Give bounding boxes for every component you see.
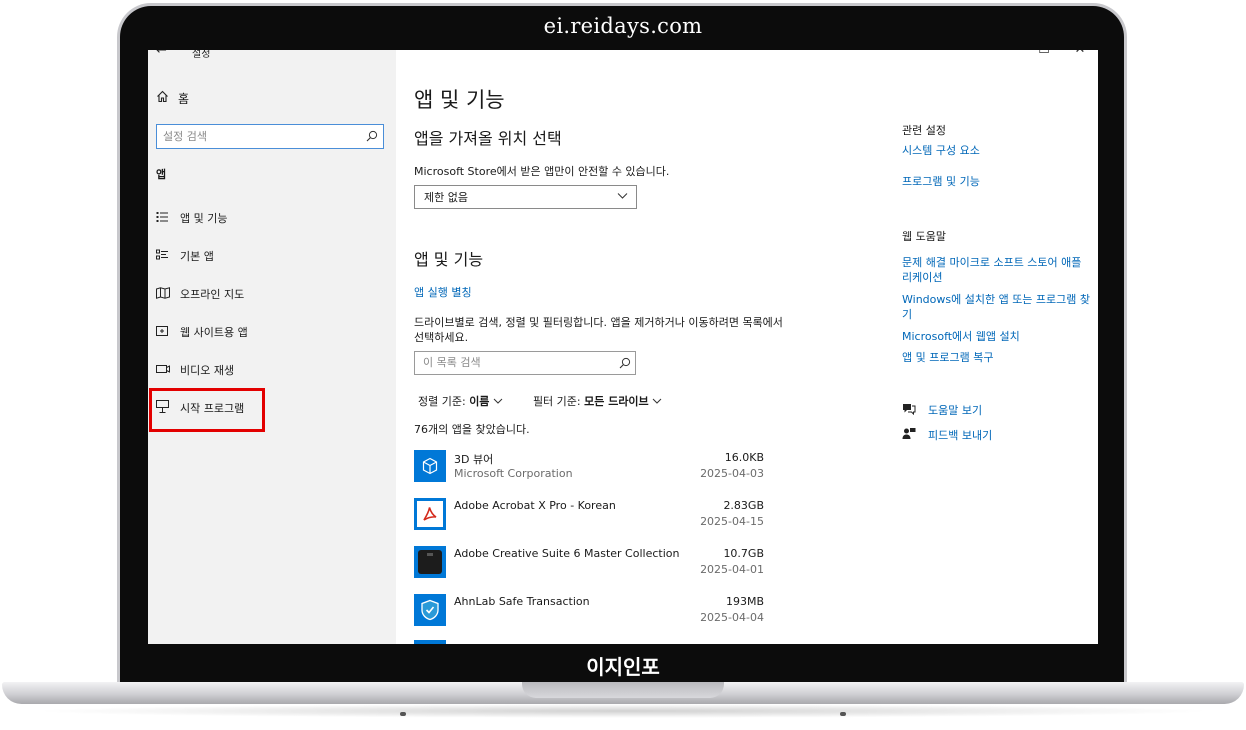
chevron-down-icon	[493, 398, 503, 404]
help-link-find-apps[interactable]: Windows에 설치한 앱 또는 프로그램 찾기	[902, 292, 1092, 322]
sidebar-item-label: 웹 사이트용 앱	[180, 326, 248, 339]
list-description: 드라이브별로 검색, 정렬 및 필터링합니다. 앱을 제거하거나 이동하려면 목…	[414, 316, 783, 344]
default-apps-icon	[156, 249, 180, 264]
app-install-date: 2025-04-04	[700, 611, 764, 624]
help-link-install-web-app[interactable]: Microsoft에서 웹앱 설치	[902, 329, 1092, 344]
home-icon	[156, 90, 178, 107]
list-search-box[interactable]	[414, 351, 636, 375]
app-size: 193MB	[725, 595, 764, 608]
laptop-foot	[400, 712, 406, 716]
app-size: 10.7GB	[723, 547, 764, 560]
app-install-date: 2025-04-03	[700, 467, 764, 480]
app-list-item[interactable]: AhnLab Safe Transaction 193MB 2025-04-04	[414, 594, 764, 638]
sidebar-item-home[interactable]: 홈	[156, 90, 189, 107]
ahnlab-icon	[414, 594, 446, 626]
3d-viewer-icon	[414, 450, 446, 482]
laptop-notch	[522, 682, 724, 698]
source-description: Microsoft Store에서 받은 앱만이 안전할 수 있습니다.	[414, 165, 670, 178]
creative-suite-icon	[414, 546, 446, 578]
watermark-url: ei.reidays.com	[543, 14, 703, 38]
app-source-dropdown[interactable]: 제한 없음	[414, 185, 637, 209]
laptop-foot	[840, 712, 846, 716]
home-label: 홈	[178, 92, 190, 106]
app-publisher: Microsoft Corporation	[454, 467, 573, 480]
page-title: 앱 및 기능	[414, 88, 505, 112]
back-arrow-icon[interactable]: ←	[156, 50, 167, 58]
app-list-item[interactable]: Adobe Acrobat X Pro - Korean 2.83GB 2025…	[414, 498, 764, 542]
system-components-link[interactable]: 시스템 구성 요소	[902, 143, 1092, 158]
filter-value: 모든 드라이브	[584, 395, 649, 408]
settings-window: ← 설정 홈 앱 앱 및 기능 기본 앱	[148, 50, 1098, 644]
filter-dropdown[interactable]: 필터 기준: 모든 드라이브	[533, 393, 662, 409]
search-icon[interactable]	[619, 357, 631, 369]
window-title: 설정	[192, 50, 211, 60]
sort-dropdown[interactable]: 정렬 기준: 이름	[418, 393, 503, 409]
apps-features-icon	[156, 211, 180, 226]
chevron-down-icon	[617, 190, 628, 204]
dropdown-value: 제한 없음	[424, 191, 468, 204]
startup-highlight-box	[149, 388, 265, 432]
app-name: AhnLab Safe Transaction	[454, 595, 590, 608]
app-name: 3D 뷰어	[454, 453, 494, 466]
sidebar: ← 설정 홈 앱 앱 및 기능 기본 앱	[148, 50, 396, 644]
offline-maps-icon	[156, 286, 180, 302]
app-name: Adobe Creative Suite 6 Master Collection	[454, 547, 680, 560]
sidebar-item-offline-maps[interactable]: 오프라인 지도	[156, 283, 244, 305]
related-panel: 관련 설정 시스템 구성 요소 프로그램 및 기능 웹 도움말 문제 해결 마이…	[902, 50, 1092, 644]
chevron-down-icon	[652, 398, 662, 404]
watermark-brand: 이지인포	[586, 655, 660, 679]
sidebar-item-label: 오프라인 지도	[180, 288, 245, 301]
app-name: Adobe Acrobat X Pro - Korean	[454, 499, 616, 512]
app-list-item[interactable]: Adobe Creative Suite 6 Master Collection…	[414, 546, 764, 590]
app-size: 2.83GB	[723, 499, 764, 512]
web-help-heading: 웹 도움말	[902, 230, 946, 243]
chat-help-icon	[902, 402, 928, 418]
app-list-item[interactable]: 3D 뷰어 Microsoft Corporation 16.0KB 2025-…	[414, 450, 764, 494]
sidebar-item-apps-for-websites[interactable]: 웹 사이트용 앱	[156, 321, 248, 343]
get-help-label: 도움말 보기	[928, 404, 983, 417]
apps-section-title: 앱 및 기능	[414, 250, 484, 269]
sort-label: 정렬 기준:	[418, 395, 466, 408]
search-icon[interactable]	[366, 130, 378, 142]
sidebar-item-label: 앱 및 기능	[180, 212, 228, 225]
video-playback-icon	[156, 363, 180, 378]
laptop-shadow	[30, 704, 1216, 718]
programs-features-link[interactable]: 프로그램 및 기능	[902, 174, 1092, 189]
source-section-title: 앱을 가져올 위치 선택	[414, 129, 562, 148]
feedback-link[interactable]: 피드백 보내기	[902, 427, 992, 443]
main-content: 앱 및 기능 앱을 가져올 위치 선택 Microsoft Store에서 받은…	[414, 50, 834, 644]
app-list-next-icon	[414, 640, 446, 644]
sort-filter-row: 정렬 기준: 이름 필터 기준: 모든 드라이브	[418, 393, 662, 409]
sidebar-item-label: 기본 앱	[180, 250, 214, 263]
sidebar-item-default-apps[interactable]: 기본 앱	[156, 245, 214, 267]
sort-value: 이름	[469, 395, 490, 408]
sidebar-item-apps-features[interactable]: 앱 및 기능	[156, 207, 227, 229]
feedback-person-icon	[902, 427, 928, 443]
settings-search-box[interactable]	[156, 124, 384, 149]
filter-label: 필터 기준:	[532, 395, 581, 408]
sidebar-item-video-playback[interactable]: 비디오 재생	[156, 359, 234, 381]
acrobat-icon	[414, 498, 446, 530]
sidebar-item-label: 비디오 재생	[180, 364, 235, 377]
app-install-date: 2025-04-01	[700, 563, 764, 576]
get-help-link[interactable]: 도움말 보기	[902, 402, 982, 418]
feedback-label: 피드백 보내기	[928, 429, 993, 442]
app-alias-link[interactable]: 앱 실행 별칭	[414, 284, 472, 300]
app-size: 16.0KB	[724, 451, 764, 464]
sidebar-section-title: 앱	[156, 168, 167, 181]
apps-found-count: 76개의 앱을 찾았습니다.	[414, 423, 530, 436]
help-link-repair-apps[interactable]: 앱 및 프로그램 복구	[902, 350, 1092, 365]
apps-for-websites-icon	[156, 325, 180, 340]
app-install-date: 2025-04-15	[700, 515, 764, 528]
help-link-store-troubleshoot[interactable]: 문제 해결 마이크로 소프트 스토어 애플 리케이션	[902, 255, 1092, 285]
list-search-input[interactable]	[415, 352, 611, 373]
related-settings-heading: 관련 설정	[902, 124, 946, 137]
settings-search-input[interactable]	[157, 125, 357, 147]
